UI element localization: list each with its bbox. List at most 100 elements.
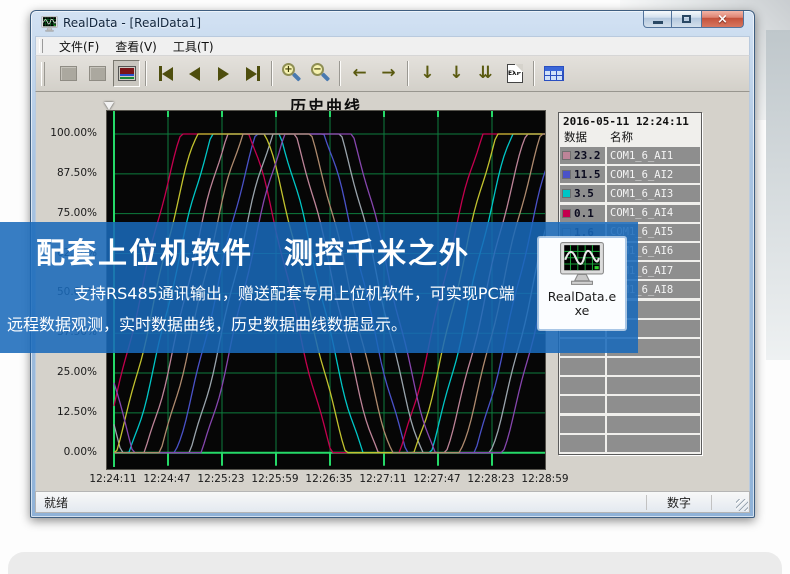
value-cell <box>560 435 605 452</box>
background-card-band <box>8 552 782 574</box>
table-row-empty[interactable] <box>560 358 700 375</box>
value-cell <box>560 416 605 433</box>
x-axis-labels: 12:24:1112:24:4712:25:2312:25:5912:26:35… <box>106 473 546 487</box>
background-photo-edge <box>766 30 790 360</box>
double-down-arrow-icon: ⇊ <box>478 65 492 82</box>
seek-first-icon <box>162 67 173 81</box>
x-tick-label: 12:25:59 <box>248 473 302 485</box>
data-table-button[interactable] <box>540 60 567 87</box>
zoom-in-icon: + <box>281 63 302 84</box>
x-tick-label: 12:28:23 <box>464 473 518 485</box>
toolbar-button-1[interactable] <box>55 60 82 87</box>
pan-left-icon: ← <box>352 65 366 82</box>
title-bar[interactable]: RealData - [RealData1] × <box>35 11 750 36</box>
table-row-COM1_6_AI2[interactable]: 11.5COM1_6_AI2 <box>560 166 700 183</box>
series-color-swatch-icon <box>562 151 571 160</box>
cursor-timestamp: 2016-05-11 12:24:11 <box>559 113 701 129</box>
status-ready-text: 就绪 <box>36 494 643 511</box>
name-cell <box>607 396 700 413</box>
app-monitor-icon <box>41 16 58 32</box>
exe-label-line1: RealData.e <box>539 290 625 304</box>
step-down-button[interactable]: ↓ <box>414 60 441 87</box>
step-forward-button[interactable] <box>210 60 237 87</box>
realdata-exe-desktop-icon[interactable]: RealData.e xe <box>538 237 626 330</box>
statusbar-divider <box>646 495 647 510</box>
window-title: RealData - [RealData1] <box>63 16 201 30</box>
table-row-COM1_6_AI3[interactable]: 3.5COM1_6_AI3 <box>560 185 700 202</box>
value-cell: 11.5 <box>560 166 605 183</box>
name-cell <box>607 435 700 452</box>
y-tick-label: 0.00% <box>64 446 97 458</box>
table-row-empty[interactable] <box>560 435 700 452</box>
menu-view[interactable]: 查看(V) <box>107 37 165 56</box>
series-value: 11.5 <box>574 168 601 181</box>
table-row-empty[interactable] <box>560 416 700 433</box>
x-tick-label: 12:27:11 <box>356 473 410 485</box>
series-value: 0.1 <box>574 207 594 220</box>
toolbar-separator <box>271 61 273 86</box>
toolbar-separator <box>533 61 535 86</box>
y-tick-label: 25.00% <box>57 366 97 378</box>
x-tick-label: 12:26:35 <box>302 473 356 485</box>
close-button[interactable]: × <box>701 11 744 28</box>
menu-file[interactable]: 文件(F) <box>51 37 107 56</box>
name-cell <box>607 416 700 433</box>
x-tick-label: 12:25:23 <box>194 473 248 485</box>
seek-first-button[interactable] <box>152 60 179 87</box>
series-color-swatch-icon <box>562 170 571 179</box>
value-cell: 0.1 <box>560 205 605 222</box>
export-icon: EXP <box>507 64 523 83</box>
history-curve-icon <box>118 66 136 81</box>
toolbar-separator <box>145 61 147 86</box>
down-arrow-icon: ↓ <box>449 65 463 82</box>
column-header-data: 数据 <box>564 129 587 145</box>
step-back-button[interactable] <box>181 60 208 87</box>
banner-heading: 配套上位机软件 测控千米之外 <box>36 230 470 272</box>
toolbar-separator <box>339 61 341 86</box>
status-bar: 就绪 数字 <box>35 491 750 513</box>
status-mode-text: 数字 <box>650 494 708 511</box>
blank-icon <box>60 66 77 81</box>
pan-left-button[interactable]: ← <box>346 60 373 87</box>
name-cell <box>607 377 700 394</box>
maximize-button[interactable] <box>672 11 701 28</box>
x-tick-label: 12:27:47 <box>410 473 464 485</box>
value-cell: 23.2 <box>560 147 605 164</box>
pan-right-button[interactable]: → <box>375 60 402 87</box>
y-tick-label: 12.50% <box>57 406 97 418</box>
zoom-out-icon: − <box>310 63 331 84</box>
menubar-gripper[interactable] <box>39 39 43 53</box>
toolbar-button-2[interactable] <box>84 60 111 87</box>
name-cell: COM1_6_AI4 <box>607 205 700 222</box>
toolbar-gripper[interactable] <box>41 62 45 86</box>
table-row-COM1_6_AI4[interactable]: 0.1 COM1_6_AI4 <box>560 205 700 222</box>
pan-right-icon: → <box>381 65 395 82</box>
step-down-alt-button[interactable]: ↓ <box>443 60 470 87</box>
menu-tools[interactable]: 工具(T) <box>165 37 222 56</box>
y-tick-label: 87.50% <box>57 167 97 179</box>
series-value: 3.5 <box>574 187 594 200</box>
resize-grip[interactable] <box>736 499 748 511</box>
banner-line2: 远程数据观测，实时数据曲线，历史数据曲线数据显示。 <box>7 311 407 335</box>
maximize-icon <box>682 15 691 23</box>
table-row-empty[interactable] <box>560 377 700 394</box>
slider-marker-icon[interactable] <box>104 102 114 110</box>
page-down-button[interactable]: ⇊ <box>472 60 499 87</box>
value-cell <box>560 396 605 413</box>
zoom-out-button[interactable]: − <box>307 60 334 87</box>
seek-last-button[interactable] <box>239 60 266 87</box>
x-tick-label: 12:28:59 <box>518 473 572 485</box>
table-row-COM1_6_AI1[interactable]: 23.2COM1_6_AI1 <box>560 147 700 164</box>
minimize-button[interactable] <box>643 11 672 28</box>
table-row-empty[interactable] <box>560 396 700 413</box>
zoom-in-button[interactable]: + <box>278 60 305 87</box>
column-header-name: 名称 <box>610 129 633 145</box>
series-value: 23.2 <box>574 149 601 162</box>
export-button[interactable]: EXP <box>501 60 528 87</box>
panel-column-headers: 数据 名称 <box>559 129 701 145</box>
series-color-swatch-icon <box>562 189 571 198</box>
history-curve-view-button[interactable] <box>113 60 140 87</box>
menu-bar: 文件(F) 查看(V) 工具(T) <box>35 36 750 56</box>
seek-last-icon <box>246 67 257 81</box>
statusbar-pane <box>715 492 749 512</box>
